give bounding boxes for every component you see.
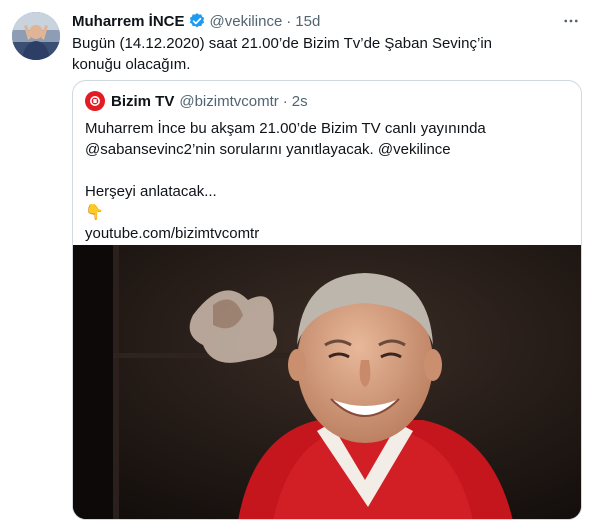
quote-text-line: Muharrem İnce bu akşam 21.00’de Bizim TV… xyxy=(85,120,486,137)
avatar[interactable] xyxy=(12,12,60,60)
more-options-icon[interactable] xyxy=(562,12,580,30)
quote-header: Bizim TV @bizimtvcomtr · 2s xyxy=(85,91,308,111)
pointing-down-emoji: 👇 xyxy=(85,204,104,221)
quote-avatar[interactable] xyxy=(85,91,105,111)
quoted-tweet[interactable]: Bizim TV @bizimtvcomtr · 2s Muharrem İnc… xyxy=(72,80,582,520)
tweet[interactable]: Muharrem İNCE @vekilince · 15d Bugün (14… xyxy=(0,0,592,520)
quote-text-line: @sabansevinc2’nin sorularını yanıtlayaca… xyxy=(85,141,451,158)
quote-link[interactable]: youtube.com/bizimtvcomtr xyxy=(85,223,555,244)
timestamp[interactable]: 15d xyxy=(295,13,320,30)
quote-separator-dot: · xyxy=(282,92,288,110)
separator-dot: · xyxy=(286,12,292,30)
author-handle[interactable]: @vekilince xyxy=(210,13,283,30)
quote-text: Muharrem İnce bu akşam 21.00’de Bizim TV… xyxy=(85,118,555,244)
tweet-text: Bugün (14.12.2020) saat 21.00’de Bizim T… xyxy=(72,35,492,73)
quote-media-image[interactable] xyxy=(73,245,581,519)
author-name[interactable]: Muharrem İNCE xyxy=(72,13,185,30)
verified-badge-icon xyxy=(188,12,206,30)
quote-text-line: Herşeyi anlatacak... xyxy=(85,183,217,200)
quote-author-handle[interactable]: @bizimtvcomtr xyxy=(179,93,278,110)
quote-timestamp[interactable]: 2s xyxy=(292,93,308,110)
quote-author-name[interactable]: Bizim TV xyxy=(111,93,174,110)
tweet-header: Muharrem İNCE @vekilince · 15d xyxy=(72,11,320,31)
